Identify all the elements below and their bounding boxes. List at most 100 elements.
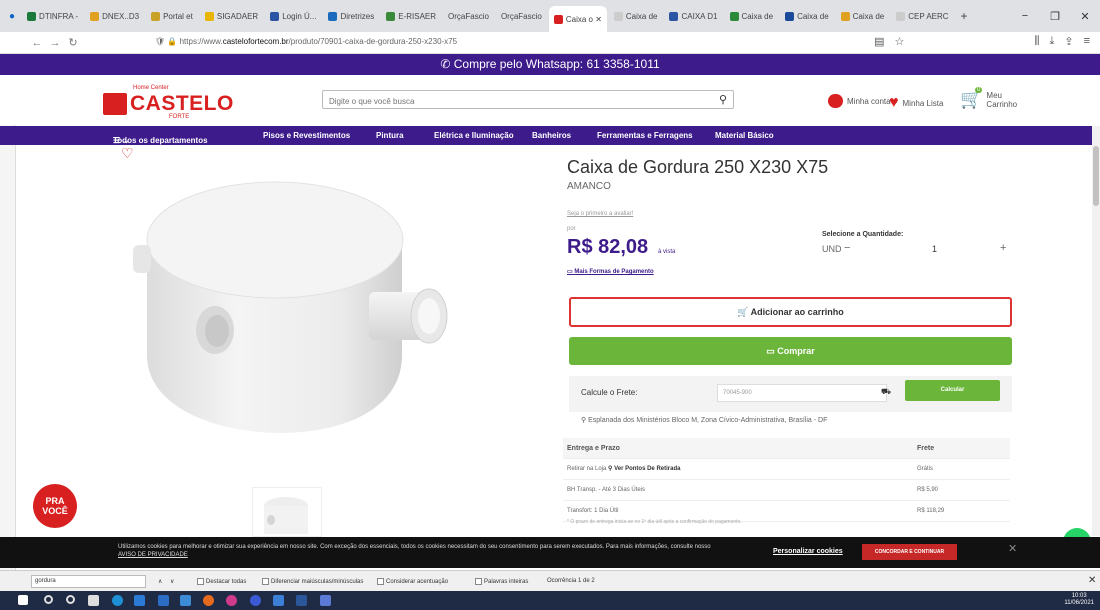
browser-tab[interactable]: CEP AERC	[891, 5, 953, 27]
url-field[interactable]: 🛡 🔒 https://www.castelofortecom.br/produ…	[155, 37, 755, 46]
whole-words-checkbox[interactable]: Palavras inteiras	[475, 578, 528, 585]
payment-options-link[interactable]: ▭ Mais Formas de Pagamento	[567, 268, 654, 275]
store-icon[interactable]	[134, 595, 145, 606]
edge-icon[interactable]	[112, 595, 123, 606]
nav-item-eletrica[interactable]: Elétrica e Iluminação	[434, 131, 514, 140]
search-input[interactable]	[323, 93, 703, 110]
nav-item-ferramentas[interactable]: Ferramentas e Ferragens	[597, 131, 693, 140]
close-find-icon[interactable]: ✕	[1088, 575, 1096, 586]
favorite-heart-icon[interactable]: ♡	[121, 145, 134, 162]
price-suffix: à vista	[658, 249, 676, 255]
browser-tab[interactable]: Diretrizes	[323, 5, 379, 27]
site-logo[interactable]: Home Center CASTELO FORTE	[103, 85, 233, 120]
scrollbar-thumb[interactable]	[1093, 146, 1099, 206]
back-icon[interactable]: ←	[28, 37, 46, 49]
find-prev-icon[interactable]: ∧	[158, 578, 162, 585]
browser-tab[interactable]: OrçaFascio	[496, 5, 547, 27]
close-icon[interactable]: ✕	[1008, 542, 1017, 555]
browser-tab[interactable]: E-RISAER	[381, 5, 441, 27]
add-to-cart-button[interactable]: 🛒 Adicionar ao carrinho	[569, 297, 1012, 327]
nav-item-banheiros[interactable]: Banheiros	[532, 131, 571, 140]
cart-link[interactable]: 🛒 0 Meu Carrinho	[960, 87, 1026, 110]
option-label: Diferenciar maiúsculas/minúsculas	[271, 579, 364, 586]
browser-tab[interactable]: DTINFRA -	[22, 5, 83, 27]
quantity-input[interactable]: 1	[932, 244, 937, 254]
wishlist-link[interactable]: ♥ Minha Lista	[889, 94, 943, 112]
system-clock[interactable]: 10:03 11/06/2021	[1064, 593, 1094, 607]
app-icon[interactable]	[320, 595, 331, 606]
browser-tab[interactable]: Caixa de	[836, 5, 890, 27]
calculate-button[interactable]: Calcular	[905, 380, 1000, 401]
privacy-link[interactable]: AVISO DE PRIVACIDADE	[118, 552, 188, 558]
close-window-icon[interactable]: ✕	[1070, 10, 1100, 23]
nav-item-material-basico[interactable]: Material Básico	[715, 131, 774, 140]
buy-label: Comprar	[777, 346, 815, 356]
browser-tab-active[interactable]: Caixa o ✕	[548, 6, 607, 32]
browser-tab[interactable]: Caixa de	[780, 5, 834, 27]
reload-icon[interactable]: ↻	[64, 36, 82, 49]
task-view-icon[interactable]	[88, 595, 99, 606]
share-icon[interactable]: ⇪	[1064, 35, 1073, 48]
accept-cookies-button[interactable]: CONCORDAR E CONTINUAR	[862, 544, 957, 560]
product-image[interactable]	[117, 145, 524, 477]
decrement-button[interactable]: −	[844, 242, 850, 254]
search-icon[interactable]	[44, 595, 53, 604]
shipping-option: BH Transp. - Até 3 Dias Úteis	[567, 487, 646, 493]
cep-input[interactable]: 70045-900	[717, 384, 887, 402]
match-case-checkbox[interactable]: Diferenciar maiúsculas/minúsculas	[262, 578, 363, 585]
cortana-icon[interactable]	[66, 595, 75, 604]
browser-tab[interactable]: OrçaFascio	[443, 5, 494, 27]
nav-item-pintura[interactable]: Pintura	[376, 131, 404, 140]
firefox-icon[interactable]	[203, 595, 214, 606]
product-thumbnail[interactable]	[252, 487, 322, 537]
increment-button[interactable]: +	[1000, 242, 1006, 254]
account-link[interactable]: Minha conta	[828, 94, 891, 108]
promo-line-2: VOCÊ	[42, 506, 68, 516]
browser-tab[interactable]: Caixa de	[725, 5, 779, 27]
browser-tab[interactable]: Portal et	[146, 5, 198, 27]
app-icon[interactable]	[273, 595, 284, 606]
tab-label: OrçaFascio	[500, 11, 542, 21]
customize-cookies-link[interactable]: Personalizar cookies	[773, 548, 843, 555]
browser-tab[interactable]: Login Ú...	[265, 5, 321, 27]
minimize-icon[interactable]: −	[1010, 10, 1040, 22]
pickup-points-link[interactable]: ⚲ Ver Pontos De Retirada	[608, 466, 680, 472]
browser-tab[interactable]: Caixa de	[609, 5, 663, 27]
page-scrollbar[interactable]	[1092, 126, 1100, 536]
mail-icon[interactable]	[180, 595, 191, 606]
category-nav: ☰ Todos os departamentos ⌄ Pisos e Reves…	[0, 126, 1100, 145]
tab-label: SIGADAER	[216, 11, 259, 21]
search-icon[interactable]: ⚲	[719, 93, 727, 106]
download-icon[interactable]: ⤓	[1049, 35, 1054, 48]
windows-start-icon[interactable]	[18, 595, 28, 605]
promo-badge[interactable]: PRA VOCÊ	[33, 484, 77, 528]
bookmark-star-icon[interactable]: ☆	[895, 35, 905, 48]
browser-tab[interactable]: DNEX..D3	[85, 5, 144, 27]
new-tab-icon[interactable]: +	[956, 5, 973, 27]
whatsapp-bar[interactable]: ✆ Compre pelo Whatsapp: 61 3358-1011	[0, 54, 1100, 75]
quantity-label: Selecione a Quantidade:	[822, 231, 904, 238]
quantity-stepper: UND − 1 +	[822, 242, 1012, 257]
shipping-option: Retirar na Loja	[567, 466, 607, 472]
match-diacritics-checkbox[interactable]: Considerar acentuação	[377, 578, 448, 585]
tab-label: Caixa de	[797, 11, 829, 21]
browser-tab[interactable]: SIGADAER	[200, 5, 263, 27]
browser-tab[interactable]: CAIXA D1	[664, 5, 722, 27]
forward-icon[interactable]: →	[46, 37, 64, 49]
find-next-icon[interactable]: ∨	[170, 578, 174, 585]
nav-item-pisos[interactable]: Pisos e Revestimentos	[263, 131, 350, 140]
maximize-icon[interactable]: ❐	[1040, 10, 1070, 23]
buy-button[interactable]: ▭ Comprar	[569, 337, 1012, 365]
reader-icon[interactable]: ▤	[874, 35, 884, 48]
tab-label: Login Ú...	[282, 11, 317, 21]
browser-menu-icon[interactable]: ●	[4, 5, 20, 27]
library-icon[interactable]: ⫼	[1034, 35, 1039, 48]
review-link[interactable]: Seja o primeiro a avaliar!	[567, 211, 633, 217]
highlight-all-checkbox[interactable]: Destacar todas	[197, 578, 246, 585]
app-icon[interactable]	[226, 595, 237, 606]
word-icon[interactable]	[296, 595, 307, 606]
app-icon[interactable]	[250, 595, 261, 606]
find-input[interactable]: gordura	[31, 575, 146, 588]
outlook-icon[interactable]	[158, 595, 169, 606]
menu-icon[interactable]: ≡	[1084, 35, 1090, 48]
